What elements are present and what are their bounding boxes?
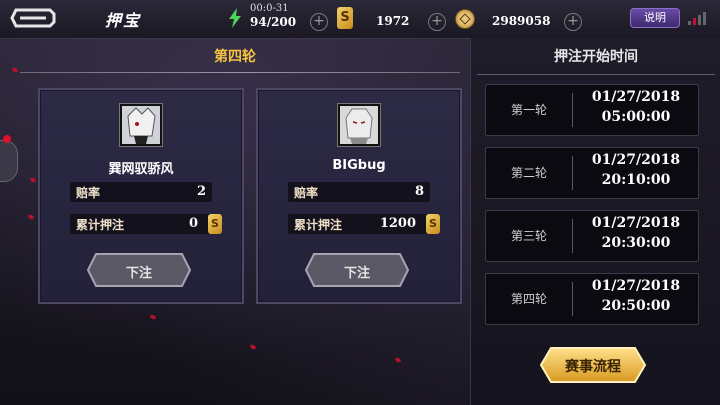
- gold-value: 1972: [376, 14, 410, 28]
- slot-round-label: 第一轮: [510, 103, 547, 117]
- back-button[interactable]: [10, 6, 56, 30]
- add-gold-button[interactable]: +: [428, 13, 446, 31]
- coin-icon: [455, 9, 475, 29]
- help-button[interactable]: 说明: [630, 8, 680, 28]
- slot-date: 01/27/2018: [591, 215, 681, 231]
- player-card: 巽网驭骄风 赔率 2 累计押注 0 S 下注: [38, 88, 244, 304]
- divider: [572, 93, 573, 127]
- signal-icon: [688, 11, 710, 25]
- divider: [477, 74, 715, 75]
- total-bet-row: 累计押注 0 S: [70, 214, 222, 234]
- slot-round-label: 第二轮: [510, 166, 547, 180]
- round-header: 第四轮: [10, 42, 460, 74]
- side-drawer-handle[interactable]: [0, 135, 18, 182]
- event-flow-button[interactable]: 赛事流程: [539, 346, 647, 384]
- page-title: 押宝: [105, 11, 142, 30]
- slot-time: 20:10:00: [601, 172, 671, 188]
- slot-round-label: 第三轮: [510, 229, 547, 243]
- divider: [572, 156, 573, 190]
- avatar: [120, 104, 162, 146]
- slot-round-label: 第四轮: [510, 292, 547, 306]
- total-bet-value: 1200: [379, 216, 416, 231]
- bet-button-label: 下注: [343, 266, 370, 281]
- slot-time: 20:50:00: [601, 298, 671, 314]
- bet-button[interactable]: 下注: [86, 252, 192, 288]
- total-bet-label: 累计押注: [76, 218, 125, 232]
- schedule-title: 押注开始时间: [554, 49, 638, 65]
- odds-row: 赔率 2: [70, 182, 212, 202]
- player-name: 巽网驭骄风: [108, 162, 174, 177]
- total-bet-label: 累计押注: [294, 218, 343, 232]
- bet-button[interactable]: 下注: [304, 252, 410, 288]
- slot-date: 01/27/2018: [591, 278, 681, 294]
- add-coin-button[interactable]: +: [564, 13, 582, 31]
- energy-value: 94/200: [250, 15, 297, 29]
- odds-value: 2: [196, 184, 206, 199]
- back-arrow-icon: [10, 8, 56, 28]
- player-card: BIGbug 赔率 8 累计押注 1200 S 下注: [256, 88, 462, 304]
- odds-value: 8: [414, 184, 424, 199]
- odds-label: 赔率: [294, 186, 319, 200]
- slot-time: 05:00:00: [601, 109, 671, 125]
- schedule-slot: 第四轮 01/27/2018 20:50:00: [485, 273, 699, 325]
- character-portrait-icon: [122, 106, 160, 144]
- divider: [572, 219, 573, 253]
- odds-label: 赔率: [76, 186, 101, 200]
- event-flow-label: 赛事流程: [565, 359, 621, 375]
- odds-row: 赔率 8: [288, 182, 430, 202]
- gold-icon: S: [426, 214, 440, 234]
- schedule-slot: 第一轮 01/27/2018 05:00:00: [485, 84, 699, 136]
- gold-icon: S: [337, 7, 353, 29]
- schedule-panel: 押注开始时间 第一轮 01/27/2018 05:00:00 第二轮 01/27…: [470, 38, 720, 405]
- bet-button-label: 下注: [125, 266, 152, 281]
- top-bar: 押宝 00:0-31 94/200 + S 1972 + 2989058 + 说…: [0, 0, 720, 39]
- total-bet-value: 0: [188, 216, 198, 231]
- total-bet-row: 累计押注 1200 S: [288, 214, 440, 234]
- schedule-slot: 第三轮 01/27/2018 20:30:00: [485, 210, 699, 262]
- divider: [572, 282, 573, 316]
- schedule-slot: 第二轮 01/27/2018 20:10:00: [485, 147, 699, 199]
- divider: [20, 72, 460, 73]
- lightning-icon: [229, 8, 241, 28]
- player-name: BIGbug: [332, 158, 386, 173]
- round-title: 第四轮: [214, 49, 256, 65]
- coin-value: 2989058: [492, 14, 551, 28]
- notification-dot: [3, 135, 11, 143]
- slot-time: 20:30:00: [601, 235, 671, 251]
- slot-date: 01/27/2018: [591, 89, 681, 105]
- character-portrait-icon: [340, 106, 378, 144]
- slot-date: 01/27/2018: [591, 152, 681, 168]
- avatar: [338, 104, 380, 146]
- add-energy-button[interactable]: +: [310, 13, 328, 31]
- gold-icon: S: [208, 214, 222, 234]
- energy-timer: 00:0-31: [250, 3, 289, 14]
